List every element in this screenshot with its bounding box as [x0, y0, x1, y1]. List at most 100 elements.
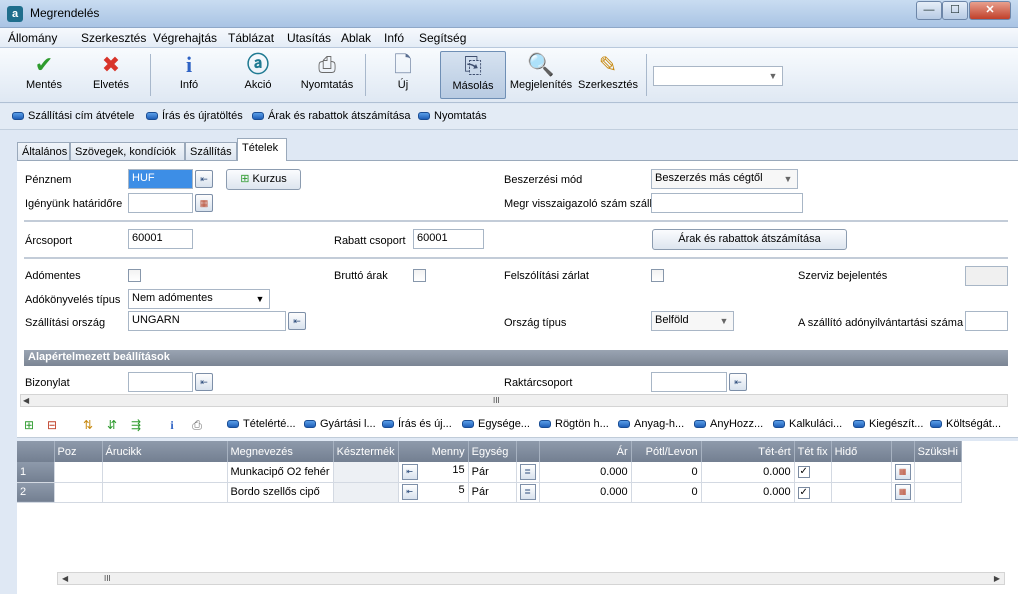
tab-texts-conditions[interactable]: Szövegek, kondíciók — [70, 142, 185, 161]
picker-icon[interactable]: ⇤ — [288, 312, 306, 330]
name-cell[interactable]: Bordo szellős cipő — [227, 482, 334, 503]
time-cell[interactable] — [831, 462, 892, 483]
form-horizontal-scrollbar[interactable]: ◀ III — [20, 394, 1008, 407]
currency-input[interactable]: HUF — [128, 169, 193, 189]
menu-help[interactable]: Segítség — [419, 31, 466, 45]
row-number[interactable]: 1 — [17, 462, 55, 483]
qty-cell[interactable]: ⇤ 15 — [398, 462, 469, 483]
tab-general[interactable]: Általános — [17, 142, 70, 161]
picker-icon[interactable]: ⇤ — [195, 373, 213, 391]
surcharge-cell[interactable]: 0 — [631, 482, 702, 503]
taxfree-checkbox[interactable] — [128, 269, 141, 282]
menu-window[interactable]: Ablak — [341, 31, 371, 45]
grid-action-write-reload[interactable]: Írás és új... — [382, 418, 452, 430]
gross-prices-checkbox[interactable] — [413, 269, 426, 282]
sort-icon[interactable]: ⇵ — [104, 417, 120, 433]
rate-button[interactable]: ⊞ Kurzus — [226, 169, 301, 190]
picker-icon[interactable]: ⇤ — [729, 373, 747, 391]
menu-edit[interactable]: Szerkesztés — [81, 31, 146, 45]
grid-header-surcharge[interactable]: Pótl/Levon — [631, 441, 702, 462]
save-button[interactable]: ✔ Mentés — [16, 51, 72, 99]
info-button[interactable]: i Infó — [164, 51, 214, 99]
delete-row-icon[interactable]: ⊟ — [44, 417, 60, 433]
grid-horizontal-scrollbar[interactable]: ◀ III ▶ — [57, 572, 1005, 585]
table-row[interactable]: 1 Munkacipő O2 fehér ⇤ 15 Pár ≣ 0.000 0 0… — [17, 462, 962, 483]
menu-info[interactable]: Infó — [384, 31, 404, 45]
time-cell[interactable] — [831, 482, 892, 503]
action-button[interactable]: ⓐ Akció — [232, 51, 284, 99]
need-cell[interactable] — [914, 462, 962, 483]
grid-header-price[interactable]: Ár — [539, 441, 632, 462]
price-cell[interactable]: 0.000 — [539, 462, 632, 483]
calendar-icon[interactable]: ▦ — [894, 484, 911, 500]
tab-items[interactable]: Tételek — [237, 138, 287, 161]
grid-action-material[interactable]: Anyag-h... — [618, 418, 684, 430]
unit-cell[interactable]: Pár — [468, 482, 517, 503]
warehouse-group-input[interactable] — [651, 372, 727, 392]
grid-header-name[interactable]: Megnevezés — [227, 441, 334, 462]
grid-header-need[interactable]: SzüksHi — [914, 441, 962, 462]
discountgroup-input[interactable]: 60001 — [413, 229, 484, 249]
calendar-icon[interactable]: ▦ — [195, 194, 213, 212]
grid-header-unit-pick[interactable] — [516, 441, 540, 462]
service-report-input[interactable] — [965, 266, 1008, 286]
scroll-left-icon[interactable]: ◀ — [23, 396, 29, 405]
toolbar-combo[interactable]: ▼ — [653, 66, 783, 86]
take-shipping-address-action[interactable]: Szállítási cím átvétele — [12, 110, 134, 122]
grid-action-costs[interactable]: Költségát... — [930, 418, 1001, 430]
grid-action-units[interactable]: Egysége... — [462, 418, 530, 430]
tab-shipping[interactable]: Szállítás — [185, 142, 237, 161]
grid-header-product[interactable]: Késztermék — [333, 441, 399, 462]
discard-button[interactable]: ✖ Elvetés — [80, 51, 142, 99]
print-button[interactable]: ⎙ Nyomtatás — [298, 51, 356, 99]
item-cell[interactable] — [102, 482, 228, 503]
taxbook-type-select[interactable]: Nem adómentes ▼ — [128, 289, 270, 309]
picker-icon[interactable]: ⇤ — [195, 170, 213, 188]
close-button[interactable]: ✕ — [969, 1, 1011, 20]
item-cell[interactable] — [102, 462, 228, 483]
value-cell[interactable]: 0.000 — [701, 462, 795, 483]
vat-number-input[interactable] — [965, 311, 1008, 331]
menu-file[interactable]: Állomány — [8, 31, 57, 45]
grid-action-production[interactable]: Gyártási l... — [304, 418, 376, 430]
grid-action-item-value[interactable]: Tételérté... — [227, 418, 296, 430]
qty-cell[interactable]: ⇤ 5 — [398, 482, 469, 503]
scroll-right-icon[interactable]: ▶ — [994, 574, 1000, 583]
table-row[interactable]: 2 Bordo szellős cipő ⇤ 5 Pár ≣ 0.000 0 0.… — [17, 482, 962, 503]
print-action[interactable]: Nyomtatás — [418, 110, 487, 122]
filter-icon[interactable]: ⇶ — [128, 417, 144, 433]
info-icon[interactable]: i — [164, 417, 180, 433]
scroll-left-icon[interactable]: ◀ — [62, 574, 68, 583]
grid-action-supplement[interactable]: Kiegészít... — [853, 418, 923, 430]
recalc-prices-action[interactable]: Árak és rabattok átszámítása — [252, 110, 410, 122]
name-cell[interactable]: Munkacipő O2 fehér — [227, 462, 334, 483]
grid-header-unit[interactable]: Egység — [468, 441, 517, 462]
menu-table[interactable]: Táblázat — [228, 31, 274, 45]
fixed-cell[interactable]: ✓ — [794, 482, 832, 503]
menu-command[interactable]: Utasítás — [287, 31, 331, 45]
move-row-icon[interactable]: ⇅ — [80, 417, 96, 433]
pricegroup-input[interactable]: 60001 — [128, 229, 193, 249]
display-button[interactable]: 🔍 Megjelenítés — [508, 51, 574, 99]
picker-icon[interactable]: ⇤ — [401, 463, 418, 480]
list-picker-icon[interactable]: ≣ — [519, 463, 536, 480]
fixed-checkbox[interactable]: ✓ — [797, 466, 810, 479]
fixed-cell[interactable]: ✓ — [794, 462, 832, 483]
fixed-checkbox[interactable]: ✓ — [797, 486, 810, 499]
new-button[interactable]: 🗋 Új — [380, 51, 426, 99]
grid-header-item[interactable]: Árucikk — [102, 441, 228, 462]
grid-action-calculation[interactable]: Kalkuláci... — [773, 418, 842, 430]
calendar-icon[interactable]: ▦ — [894, 463, 911, 480]
price-cell[interactable]: 0.000 — [539, 482, 632, 503]
product-cell[interactable] — [333, 482, 399, 503]
minimize-button[interactable]: — — [916, 1, 942, 20]
grid-action-immediate[interactable]: Rögtön h... — [539, 418, 609, 430]
unit-picker-cell[interactable]: ≣ — [516, 462, 540, 483]
time-picker-cell[interactable]: ▦ — [891, 462, 915, 483]
deadline-input[interactable] — [128, 193, 193, 213]
grid-action-material-add[interactable]: AnyHozz... — [694, 418, 763, 430]
list-picker-icon[interactable]: ≣ — [519, 484, 536, 500]
voucher-input[interactable] — [128, 372, 193, 392]
value-cell[interactable]: 0.000 — [701, 482, 795, 503]
row-number[interactable]: 2 — [17, 482, 55, 503]
